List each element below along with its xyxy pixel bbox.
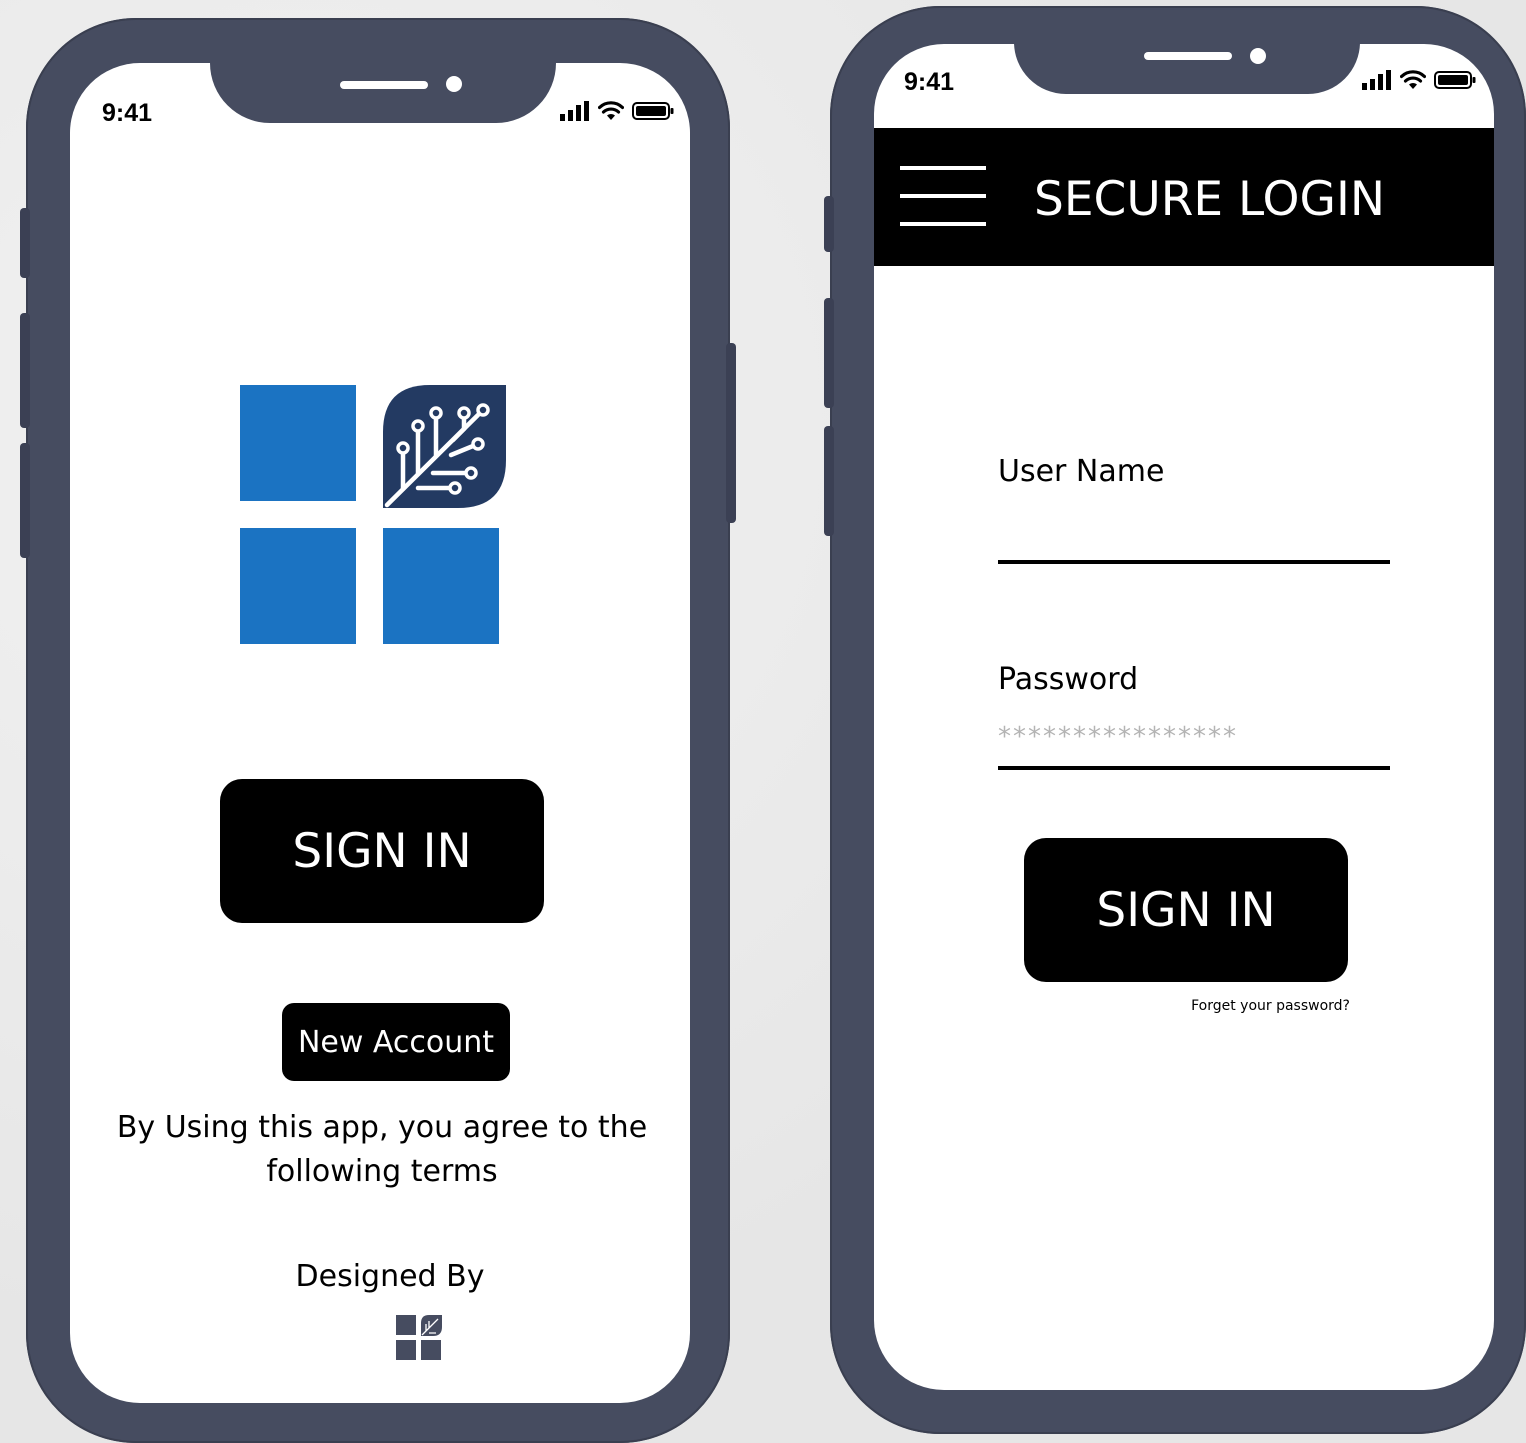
volume-up-button — [20, 313, 30, 428]
small-company-logo — [396, 1315, 442, 1360]
logo-square-bottom-right — [383, 528, 499, 644]
phone-frame-right: 9:41 SECURE LOGIN User Name Password ***… — [824, 6, 1526, 1434]
signal-icon — [1362, 70, 1391, 90]
status-icons — [560, 101, 674, 121]
new-account-button[interactable]: New Account — [282, 1003, 510, 1081]
power-button — [726, 343, 736, 523]
forgot-password-link[interactable]: Forget your password? — [1164, 998, 1350, 1014]
notch — [210, 63, 556, 123]
phone-frame-left: 9:41 SIGN IN New Account By Using this a… — [20, 18, 736, 1443]
volume-up-button — [824, 298, 834, 408]
sign-in-button[interactable]: SIGN IN — [220, 779, 544, 923]
logo-square-top-left — [240, 385, 356, 501]
silent-switch — [824, 196, 834, 252]
speaker — [340, 81, 428, 89]
company-logo — [240, 385, 506, 644]
password-input[interactable]: **************** — [998, 716, 1390, 770]
battery-icon — [632, 102, 674, 120]
header-title: SECURE LOGIN — [1034, 172, 1385, 227]
camera — [1250, 48, 1266, 64]
status-icons — [1362, 70, 1476, 90]
login-screen: 9:41 SECURE LOGIN User Name Password ***… — [874, 44, 1494, 1390]
silent-switch — [20, 208, 30, 278]
volume-down-button — [20, 443, 30, 558]
terms-line-1: By Using this app, you agree to the — [116, 1110, 648, 1145]
wifi-icon — [598, 101, 624, 120]
username-label: User Name — [998, 454, 1165, 489]
header-bar: SECURE LOGIN — [874, 128, 1494, 266]
terms-text: By Using this app, you agree to the foll… — [70, 1106, 690, 1194]
status-time: 9:41 — [102, 99, 153, 127]
terms-line-2: following terms — [266, 1154, 498, 1189]
password-masked-value: **************** — [998, 722, 1238, 752]
username-input[interactable] — [998, 510, 1390, 564]
status-time: 9:41 — [904, 68, 955, 96]
hamburger-menu-icon[interactable] — [900, 166, 986, 228]
designed-by-label: Designed By — [295, 1259, 485, 1294]
volume-down-button — [824, 426, 834, 536]
signal-icon — [560, 101, 589, 121]
welcome-screen: 9:41 SIGN IN New Account By Using this a… — [70, 63, 690, 1403]
battery-icon — [1434, 71, 1476, 89]
speaker — [1144, 52, 1232, 60]
password-label: Password — [998, 662, 1139, 697]
camera — [446, 76, 462, 92]
wifi-icon — [1400, 70, 1426, 89]
sign-in-button[interactable]: SIGN IN — [1024, 838, 1348, 982]
logo-square-bottom-left — [240, 528, 356, 644]
